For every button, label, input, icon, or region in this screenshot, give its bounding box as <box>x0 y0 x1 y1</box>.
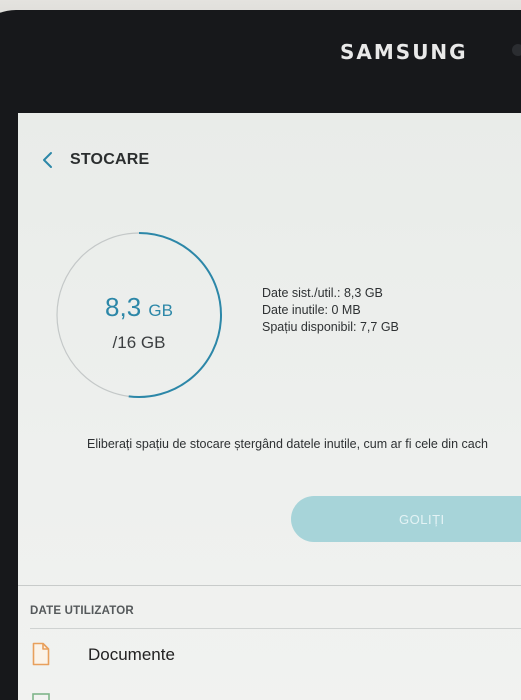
available-space-line: Spațiu disponibil: 7,7 GB <box>262 320 399 334</box>
total-storage-value: /16 GB <box>112 333 166 352</box>
storage-usage-ring: 8,3 GB /16 GB <box>54 230 224 400</box>
user-data-section-title: DATE UTILIZATOR <box>30 605 134 617</box>
storage-screen: STOCARE 8,3 GB /16 GB Date sist./util.: … <box>18 113 521 700</box>
unnecessary-data-line: Date inutile: 0 MB <box>262 303 361 317</box>
app-header: STOCARE <box>18 141 521 181</box>
system-user-data-line: Date sist./util.: 8,3 GB <box>262 286 383 300</box>
used-unit: GB <box>148 301 173 320</box>
back-arrow-icon[interactable] <box>38 150 58 170</box>
list-item-label: Documente <box>88 645 175 664</box>
front-camera <box>512 44 521 56</box>
used-storage-value: 8,3 GB <box>54 292 224 323</box>
section-divider <box>18 585 521 586</box>
clean-hint-text: Eliberați spațiu de stocare ștergând dat… <box>87 437 488 451</box>
brand-logo: SAMSUNG <box>340 40 468 64</box>
storage-details: Date sist./util.: 8,3 GB Date inutile: 0… <box>262 285 399 336</box>
clean-button[interactable]: GOLIȚI <box>291 496 521 542</box>
list-item-documents[interactable]: Documente <box>18 633 521 677</box>
section-header-divider <box>30 628 521 629</box>
image-folder-icon <box>32 693 50 700</box>
device-photo: SAMSUNG STOCARE 8,3 GB /16 GB Date sist.… <box>0 0 521 700</box>
document-icon <box>32 642 50 666</box>
used-number: 8,3 <box>105 292 142 322</box>
page-title: STOCARE <box>70 151 150 168</box>
